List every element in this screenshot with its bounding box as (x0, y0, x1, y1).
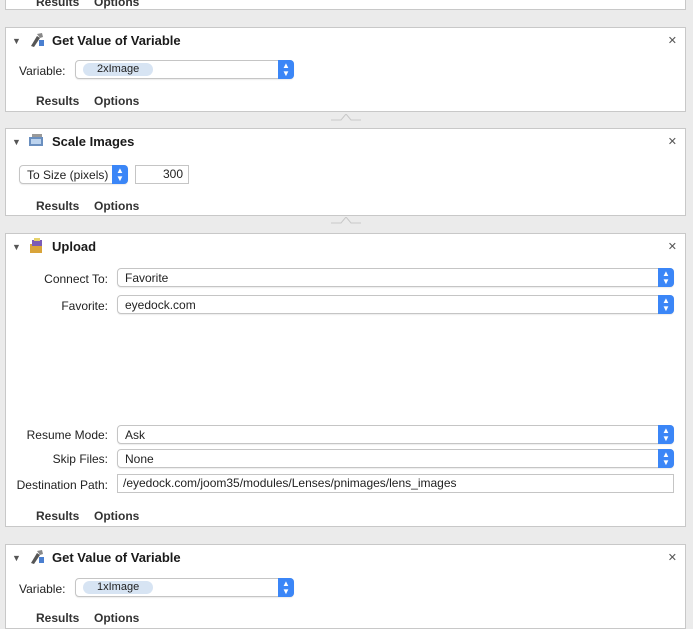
results-tab[interactable]: Results (36, 94, 79, 108)
collapse-triangle-icon[interactable]: ▼ (12, 36, 21, 46)
action-header: ▼ Get Value of Variable ✕ (6, 28, 685, 54)
scale-size-field[interactable]: 300 (135, 165, 189, 184)
destination-path-label: Destination Path: (16, 478, 108, 492)
action-title: Upload (52, 239, 97, 254)
close-icon[interactable]: ✕ (668, 135, 677, 148)
get-value-of-variable-action: ▼ Get Value of Variable ✕ Variable: 1xIm… (5, 544, 686, 629)
updown-arrow-icon: ▲ ▼ (278, 60, 294, 79)
results-tab[interactable]: Results (36, 199, 79, 213)
options-tab[interactable]: Options (94, 509, 139, 523)
resume-mode-label: Resume Mode: (26, 428, 108, 442)
scale-mode-value: To Size (pixels) (27, 168, 109, 182)
variable-select[interactable]: 1xImage ▲ ▼ (75, 578, 294, 597)
collapse-triangle-icon[interactable]: ▼ (12, 242, 21, 252)
skip-files-value: None (125, 452, 154, 466)
action-header: ▼ Get Value of Variable ✕ (6, 545, 685, 571)
favorite-value: eyedock.com (125, 298, 196, 312)
updown-arrow-icon: ▲ ▼ (658, 295, 674, 314)
close-icon[interactable]: ✕ (668, 551, 677, 564)
destination-path-field[interactable]: /eyedock.com/joom35/modules/Lenses/pnima… (117, 474, 674, 493)
updown-arrow-icon: ▲ ▼ (658, 449, 674, 468)
options-tab[interactable]: Options (94, 94, 139, 108)
previous-action-panel: Results Options (5, 0, 686, 10)
connect-to-select[interactable]: Favorite ▲ ▼ (117, 268, 674, 287)
scale-images-icon (28, 133, 46, 149)
favorite-select[interactable]: eyedock.com ▲ ▼ (117, 295, 674, 314)
favorite-label: Favorite: (61, 299, 108, 313)
updown-arrow-icon: ▲ ▼ (658, 268, 674, 287)
action-connector (331, 217, 361, 224)
variable-select[interactable]: 2xImage ▲ ▼ (75, 60, 294, 79)
variable-token: 1xImage (83, 581, 154, 594)
connect-to-label: Connect To: (44, 272, 108, 286)
upload-icon (28, 238, 46, 254)
results-tab[interactable]: Results (36, 611, 79, 625)
variable-token: 2xImage (83, 63, 154, 76)
action-connector (331, 114, 361, 121)
variable-label: Variable: (19, 582, 66, 596)
close-icon[interactable]: ✕ (668, 240, 677, 253)
action-title: Get Value of Variable (52, 550, 181, 565)
skip-files-label: Skip Files: (52, 452, 108, 466)
updown-arrow-icon: ▲ ▼ (658, 425, 674, 444)
variable-icon (28, 32, 46, 48)
action-header: ▼ Scale Images ✕ (6, 129, 685, 155)
action-header: ▼ Upload ✕ (6, 234, 685, 260)
results-tab[interactable]: Results (36, 0, 79, 9)
get-value-of-variable-action: ▼ Get Value of Variable ✕ Variable: 2xIm… (5, 27, 686, 112)
results-tab[interactable]: Results (36, 509, 79, 523)
skip-files-select[interactable]: None ▲ ▼ (117, 449, 674, 468)
action-title: Scale Images (52, 134, 135, 149)
resume-mode-value: Ask (125, 428, 146, 442)
collapse-triangle-icon[interactable]: ▼ (12, 553, 21, 563)
connect-to-value: Favorite (125, 271, 169, 285)
options-tab[interactable]: Options (94, 199, 139, 213)
updown-arrow-icon: ▲ ▼ (278, 578, 294, 597)
variable-label: Variable: (19, 64, 66, 78)
collapse-triangle-icon[interactable]: ▼ (12, 137, 21, 147)
action-title: Get Value of Variable (52, 33, 181, 48)
options-tab[interactable]: Options (94, 611, 139, 625)
close-icon[interactable]: ✕ (668, 34, 677, 47)
resume-mode-select[interactable]: Ask ▲ ▼ (117, 425, 674, 444)
scale-mode-select[interactable]: To Size (pixels) ▲ ▼ (19, 165, 128, 184)
upload-action: ▼ Upload ✕ Connect To: Favorite ▲ ▼ Favor… (5, 233, 686, 527)
scale-images-action: ▼ Scale Images ✕ To Size (pixels) ▲ ▼ 300… (5, 128, 686, 216)
variable-icon (28, 549, 46, 565)
updown-arrow-icon: ▲ ▼ (112, 165, 128, 184)
options-tab[interactable]: Options (94, 0, 139, 9)
